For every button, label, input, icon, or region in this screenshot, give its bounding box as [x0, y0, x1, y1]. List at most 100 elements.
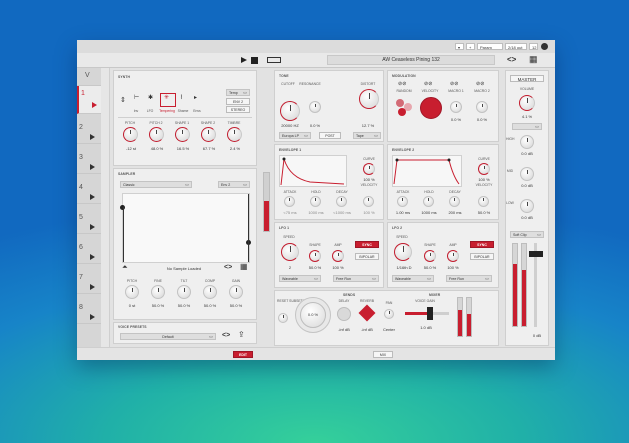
pan-knob[interactable] [384, 309, 394, 319]
pitch2-knob[interactable] [149, 127, 164, 142]
post-button[interactable]: POST [319, 132, 341, 139]
track-row-2[interactable]: 2 [77, 114, 101, 144]
dropdown-arrow-icon[interactable]: ▾ [455, 43, 464, 50]
lfo2-amp-knob[interactable] [447, 250, 459, 262]
play-icon[interactable] [90, 134, 95, 140]
env2-hold-knob[interactable] [423, 196, 434, 207]
env1-velocity-knob[interactable] [363, 196, 374, 207]
lfo1-shape-knob[interactable] [309, 250, 321, 262]
lfo1-bipolar-button[interactable]: BIPOLAR [355, 253, 379, 260]
lfo1-sync-button[interactable]: SYNC [355, 241, 379, 248]
master-volume-knob[interactable] [519, 95, 535, 111]
track-row-v[interactable]: V [77, 68, 101, 86]
env2-button[interactable]: ENV 2 [226, 98, 250, 105]
master-fader-handle[interactable] [529, 251, 543, 257]
track-row-6[interactable]: 6 [77, 234, 101, 264]
velocity-pad[interactable] [420, 97, 442, 119]
pitch-knob[interactable] [123, 127, 138, 142]
prev-next-icon[interactable]: <> [222, 332, 230, 339]
macro1-knob[interactable] [450, 101, 462, 113]
lfo1-waveform-dropdown[interactable]: Waveable [279, 275, 321, 283]
timbre-knob[interactable] [227, 127, 242, 142]
shame-mode-icon[interactable]: ⌇ [180, 95, 183, 101]
track-row-8[interactable]: 8 [77, 294, 101, 324]
sampler-preset-dropdown[interactable]: Classic [120, 181, 192, 189]
env2-attack-knob[interactable] [397, 196, 408, 207]
env2-decay-knob[interactable] [449, 196, 460, 207]
env2-velocity-knob[interactable] [478, 196, 489, 207]
shape1-knob[interactable] [175, 127, 190, 142]
link-icon[interactable]: ⊘⊘ [476, 82, 484, 87]
stop-icon[interactable] [251, 57, 258, 64]
track-row-4[interactable]: 4 [77, 174, 101, 204]
lfo1-amp-knob[interactable] [332, 250, 344, 262]
filter-type-dropdown[interactable]: Europa LP [279, 132, 311, 140]
sampler-fine-knob[interactable] [151, 285, 165, 299]
envs-mode-icon[interactable]: ▸ [194, 95, 197, 101]
prev-next-icon[interactable]: <> [224, 264, 232, 271]
small-value[interactable]: 12 [529, 43, 538, 50]
sampler-env-dropdown[interactable]: Env 2 [218, 181, 250, 189]
master-mode-dropdown[interactable] [512, 123, 542, 131]
mid-eq-knob[interactable] [520, 167, 534, 181]
upload-icon[interactable]: ⇪ [238, 331, 245, 339]
grid-icon[interactable]: ▦ [529, 55, 538, 64]
sampler-comp-knob[interactable] [203, 285, 217, 299]
soft-clip-dropdown[interactable]: Soft Clip [510, 231, 544, 239]
play-icon[interactable] [90, 314, 95, 320]
envelope1-graph[interactable] [279, 155, 347, 187]
lfo2-speed-knob[interactable] [394, 243, 412, 261]
track-row-3[interactable]: 3 [77, 144, 101, 174]
lfo1-run-dropdown[interactable]: Free Run [333, 275, 379, 283]
mix-tab-button[interactable]: MIX [373, 351, 393, 358]
sampler-tilt-knob[interactable] [177, 285, 191, 299]
master-button[interactable]: MASTER [510, 75, 544, 82]
resonance-knob[interactable] [309, 101, 321, 113]
env1-hold-knob[interactable] [310, 196, 321, 207]
macro2-knob[interactable] [476, 101, 488, 113]
play-icon[interactable] [90, 284, 95, 290]
track-row-7[interactable]: 7 [77, 264, 101, 294]
link-icon[interactable]: ⊘⊘ [450, 82, 458, 87]
cutoff-knob[interactable] [280, 101, 300, 121]
voice-preset-dropdown[interactable]: Default [120, 333, 216, 341]
inv-mode-icon[interactable]: ⊢ [134, 95, 139, 101]
sample-waveform-area[interactable] [120, 193, 251, 263]
temp-dropdown[interactable]: Temp [226, 89, 250, 97]
output-counter[interactable]: 2/18 out [505, 43, 527, 50]
up-arrow-icon[interactable]: ⏶ [122, 264, 128, 271]
env1-attack-knob[interactable] [284, 196, 295, 207]
keyboard-icon[interactable] [267, 57, 281, 63]
play-icon[interactable] [90, 224, 95, 230]
plus-icon[interactable]: + [466, 43, 475, 50]
delay-send-knob[interactable] [337, 307, 351, 321]
play-icon[interactable] [90, 254, 95, 260]
stereo-button[interactable]: STEREO [226, 106, 250, 113]
lfo2-shape-knob[interactable] [424, 250, 436, 262]
power-icon[interactable] [541, 43, 548, 50]
low-eq-knob[interactable] [520, 199, 534, 213]
xy-pad-ring[interactable]: 0.0 % [295, 297, 331, 333]
shape2-knob[interactable] [201, 127, 216, 142]
lfo2-sync-button[interactable]: SYNC [470, 241, 494, 248]
play-icon[interactable] [90, 194, 95, 200]
lfo-mode-icon[interactable]: ✱ [148, 95, 153, 101]
blend-slider[interactable] [263, 172, 270, 232]
arrows-icon[interactable]: ⇕ [120, 97, 126, 104]
reset-knob[interactable] [278, 313, 288, 323]
sampler-pitch-knob[interactable] [125, 285, 139, 299]
link-icon[interactable]: ⊘⊘ [398, 82, 406, 87]
distort-knob[interactable] [359, 89, 379, 109]
lfo2-waveform-dropdown[interactable]: Waveable [392, 275, 434, 283]
sampler-gain-knob[interactable] [229, 285, 243, 299]
env1-decay-knob[interactable] [336, 196, 347, 207]
env1-curve-knob[interactable] [363, 163, 375, 175]
lfo2-bipolar-button[interactable]: BIPOLAR [470, 253, 494, 260]
high-eq-knob[interactable] [520, 135, 534, 149]
preset-bar[interactable]: AW Ceaseless Pining 132 [327, 55, 495, 65]
lfo1-speed-knob[interactable] [281, 243, 299, 261]
play-icon[interactable] [90, 164, 95, 170]
voice-gain-slider[interactable] [405, 307, 449, 320]
track-row-1[interactable]: 1 [77, 86, 101, 114]
random-dice-icon[interactable] [394, 97, 414, 117]
